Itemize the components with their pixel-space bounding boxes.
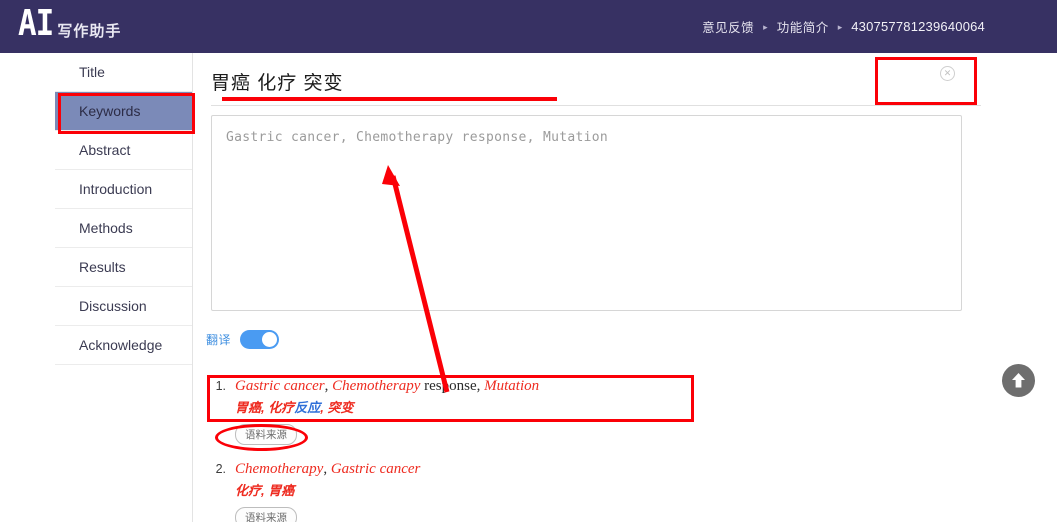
- nav-user-id[interactable]: 430757781239640064: [851, 19, 985, 34]
- keyword-highlight: Gastric cancer: [330, 461, 421, 477]
- result-number: 2.: [215, 462, 226, 476]
- sidebar-item-title[interactable]: Title: [55, 53, 192, 92]
- scroll-to-top-button[interactable]: [1002, 364, 1035, 397]
- cn-keyword: 化疗: [235, 483, 262, 498]
- sidebar-item-methods[interactable]: Methods: [55, 209, 192, 248]
- keyword-highlight: Chemotherapy: [332, 378, 421, 394]
- result-item-2: 2. Chemotherapy, Gastric cancer 化疗, 胃癌 语…: [206, 458, 906, 522]
- result-number: 1.: [215, 379, 226, 393]
- result-english[interactable]: Chemotherapy, Gastric cancer: [235, 458, 420, 480]
- cn-sep: ,: [320, 400, 328, 415]
- sidebar-item-discussion[interactable]: Discussion: [55, 287, 192, 326]
- sidebar-item-label: Keywords: [79, 103, 141, 119]
- sidebar-item-label: Discussion: [79, 298, 147, 314]
- app-root: AI 写作助手 意见反馈 ▸ 功能简介 ▸ 430757781239640064…: [0, 0, 1057, 522]
- sidebar-item-label: Acknowledge: [79, 337, 163, 353]
- cn-keyword: 突变: [327, 400, 354, 415]
- main-content: ✕ 查 询 翻译 1. Gastric cancer, Chemotherapy…: [193, 53, 1057, 522]
- cn-keyword-alt: 反应: [294, 400, 321, 415]
- keyword-highlight: Chemotherapy: [235, 461, 324, 477]
- sidebar-item-label: Results: [79, 259, 126, 275]
- translate-toggle[interactable]: [240, 330, 280, 349]
- result-chinese[interactable]: 胃癌, 化疗反应, 突变: [235, 397, 906, 419]
- keywords-textarea[interactable]: [211, 115, 962, 311]
- sidebar-item-acknowledge[interactable]: Acknowledge: [55, 326, 192, 365]
- results-list: 1. Gastric cancer, Chemotherapy response…: [206, 375, 906, 522]
- source-chip[interactable]: 语料来源: [235, 507, 297, 522]
- sidebar-item-label: Introduction: [79, 181, 153, 197]
- sidebar-item-label: Methods: [79, 220, 133, 236]
- result-plain: response: [420, 378, 477, 394]
- close-circle-icon[interactable]: ✕: [940, 66, 955, 81]
- result-item-1: 1. Gastric cancer, Chemotherapy response…: [206, 375, 906, 445]
- translate-label: 翻译: [206, 333, 232, 347]
- result-english[interactable]: Gastric cancer, Chemotherapy response, M…: [235, 375, 539, 397]
- arrow-up-icon: [1012, 373, 1025, 388]
- toggle-knob: [262, 332, 278, 347]
- cn-keyword: 胃癌: [235, 400, 262, 415]
- result-chinese[interactable]: 化疗, 胃癌: [235, 480, 906, 502]
- keyword-highlight: Gastric cancer: [235, 378, 325, 394]
- source-chip[interactable]: 语料来源: [235, 424, 297, 445]
- cn-keyword: 化疗: [268, 400, 295, 415]
- sidebar-item-abstract[interactable]: Abstract: [55, 131, 192, 170]
- top-navigation: 意见反馈 ▸ 功能简介 ▸ 430757781239640064: [702, 17, 985, 36]
- sidebar-item-keywords[interactable]: Keywords: [55, 92, 192, 131]
- result-plain: ,: [323, 461, 331, 477]
- result-plain: ,: [324, 378, 333, 394]
- app-header: AI 写作助手 意见反馈 ▸ 功能简介 ▸ 430757781239640064: [0, 0, 1057, 53]
- chevron-right-icon: ▸: [763, 22, 768, 32]
- nav-item-features[interactable]: 功能简介: [777, 17, 829, 36]
- chevron-right-icon-2: ▸: [837, 22, 843, 32]
- sidebar-item-label: Abstract: [79, 142, 131, 158]
- sidebar-item-label: Title: [79, 64, 105, 80]
- cn-keyword: 胃癌: [268, 483, 295, 498]
- search-input[interactable]: [211, 70, 851, 97]
- nav-item-feedback[interactable]: 意见反馈: [702, 17, 754, 36]
- keyword-highlight: Mutation: [484, 378, 540, 394]
- sidebar-item-results[interactable]: Results: [55, 248, 192, 287]
- logo-text: 写作助手: [57, 23, 122, 40]
- translate-toggle-row: 翻译: [206, 330, 280, 349]
- app-logo[interactable]: AI 写作助手: [18, 6, 122, 42]
- logo-mark: AI: [18, 2, 54, 45]
- sidebar: Title Keywords Abstract Introduction Met…: [55, 53, 193, 522]
- sidebar-item-introduction[interactable]: Introduction: [55, 170, 192, 209]
- search-bar: [211, 62, 981, 106]
